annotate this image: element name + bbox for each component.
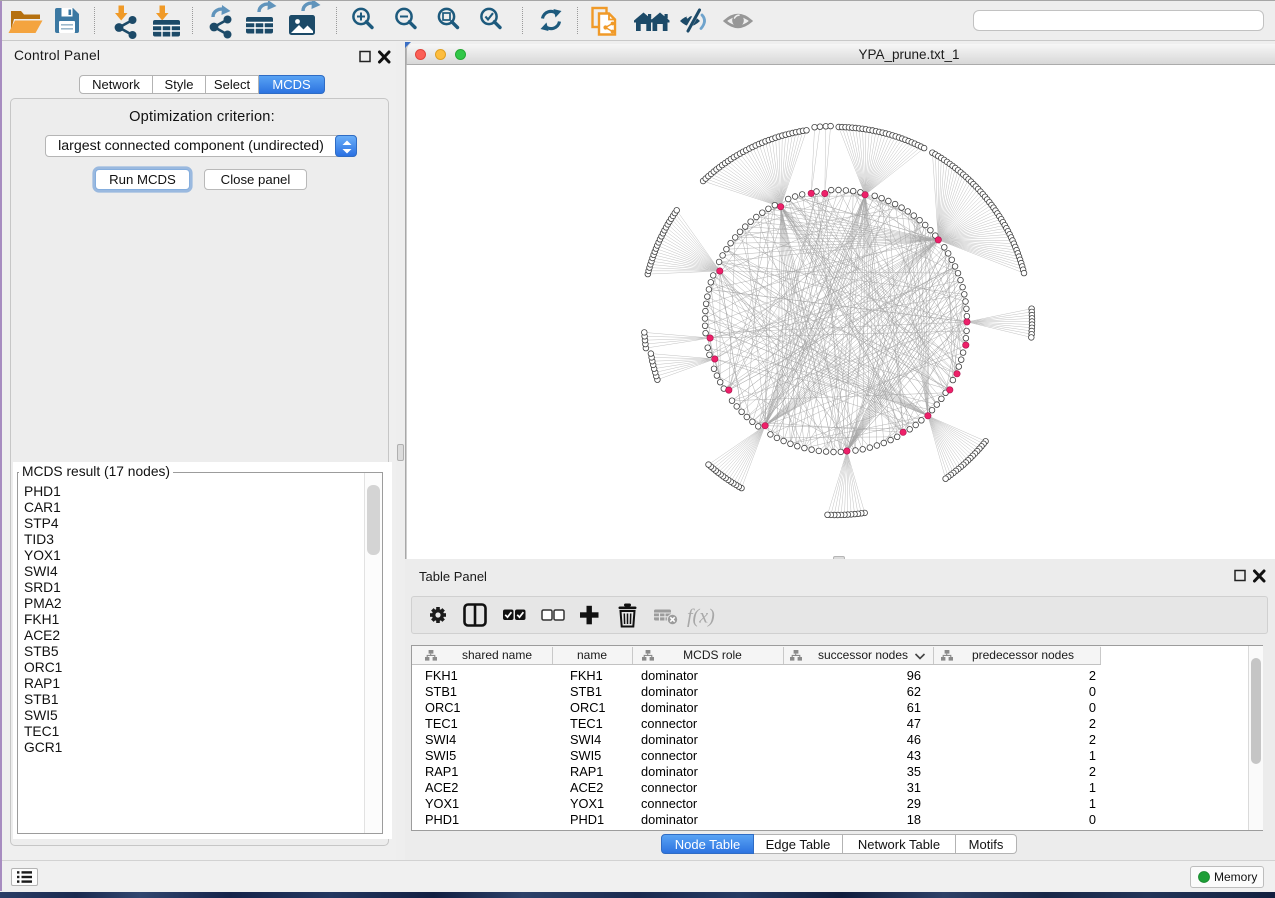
svg-text:Memory: Memory (1214, 870, 1257, 884)
svg-text:f(x): f(x) (687, 606, 715, 628)
